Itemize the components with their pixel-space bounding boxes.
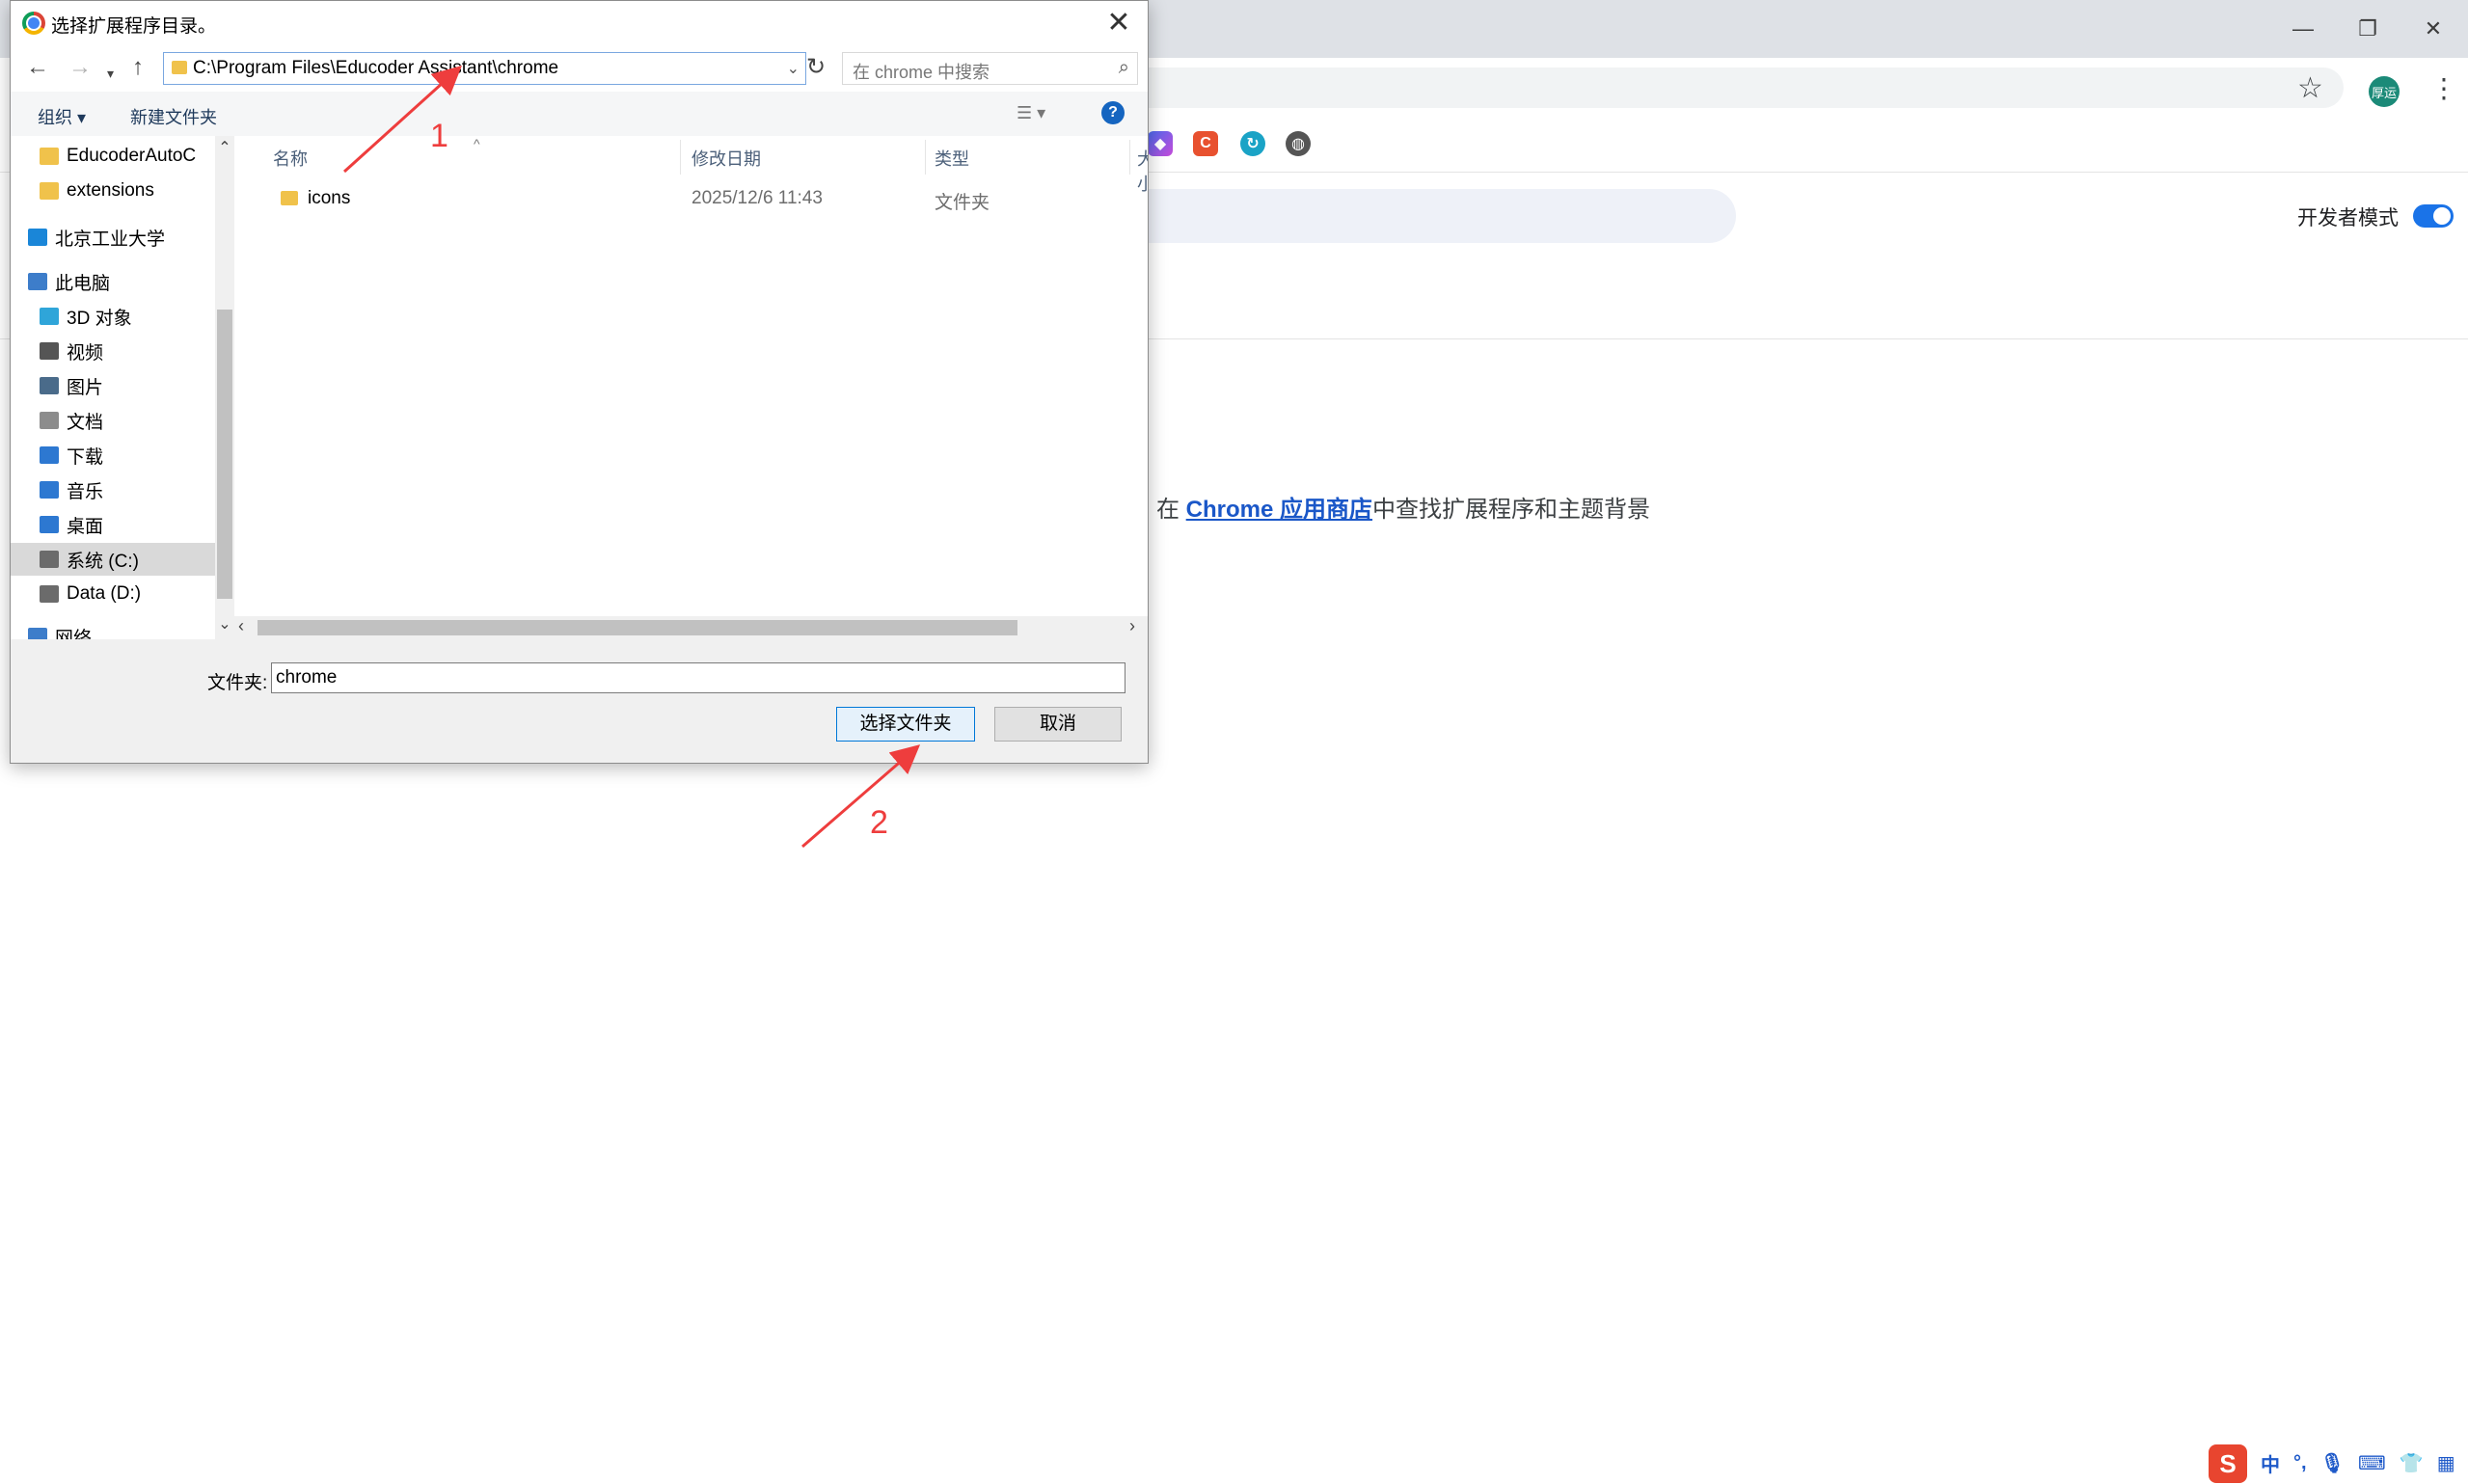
ime-language[interactable]: 中	[2261, 1449, 2280, 1477]
annotation-number-2: 2	[870, 804, 888, 841]
keyboard-icon[interactable]: ⌨	[2358, 1451, 2386, 1475]
ime-toolbar: S 中 °, 🎙 ⌨ 👕 ▦	[2209, 1443, 2468, 1484]
sogou-logo-icon[interactable]: S	[2209, 1444, 2247, 1483]
annotation-layer	[342, 65, 921, 849]
toolbox-icon[interactable]: ▦	[2437, 1451, 2455, 1475]
ime-punctuation[interactable]: °,	[2293, 1452, 2307, 1474]
annotation-number-1: 1	[430, 118, 448, 154]
skin-icon[interactable]: 👕	[2400, 1451, 2424, 1475]
mic-icon[interactable]: 🎙	[2320, 1451, 2345, 1475]
annotation-arrow-2	[801, 744, 921, 849]
